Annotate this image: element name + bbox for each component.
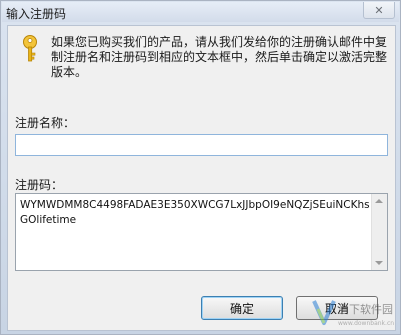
close-button[interactable]: ✕ <box>363 2 395 19</box>
registration-name-label: 注册名称： <box>15 116 76 130</box>
registration-code-textarea[interactable]: WYMWDMM8C4498FADAE3E350XWCG7LxJJbpOI9eNQ… <box>15 193 388 271</box>
registration-code-text: WYMWDMM8C4498FADAE3E350XWCG7LxJJbpOI9eNQ… <box>20 199 370 226</box>
dialog-window: 输入注册码 ✕ 如果您已购买我们的产品，请从我们发给你的注册确认邮件中复制注册名… <box>0 0 401 335</box>
dialog-body: 如果您已购买我们的产品，请从我们发给你的注册确认邮件中复制注册名和注册码到相应的… <box>7 25 396 331</box>
title-bar[interactable]: 输入注册码 ✕ <box>2 2 399 22</box>
scroll-down-icon[interactable] <box>375 261 383 265</box>
watermark-text: 当下软件园 <box>338 302 393 316</box>
watermark-sub: www.downbank.cn <box>338 320 394 327</box>
key-icon <box>23 35 37 62</box>
ok-button[interactable]: 确定 <box>201 296 283 320</box>
registration-code-label: 注册码： <box>15 178 64 192</box>
watermark-logo: 当下软件园 www.downbank.cn <box>312 300 394 327</box>
instruction-message: 如果您已购买我们的产品，请从我们发给你的注册确认邮件中复制注册名和注册码到相应的… <box>51 35 388 79</box>
scroll-up-icon[interactable] <box>375 199 383 203</box>
window-title: 输入注册码 <box>6 7 67 21</box>
registration-name-input[interactable] <box>15 134 388 156</box>
close-icon: ✕ <box>374 3 384 17</box>
vertical-scrollbar[interactable] <box>371 194 387 270</box>
